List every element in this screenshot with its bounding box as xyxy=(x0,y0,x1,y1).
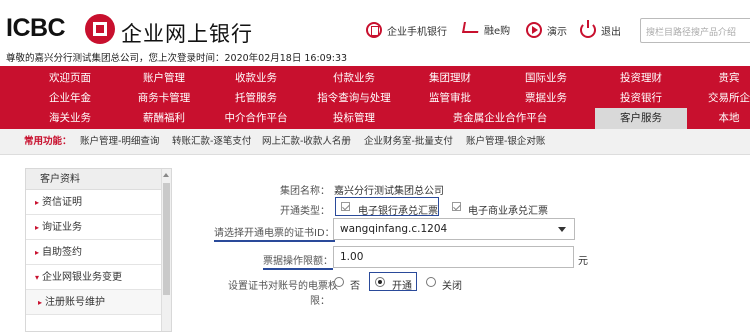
nav-item-bills[interactable]: 票据业务 xyxy=(504,88,588,109)
sidebar-item-business-change[interactable]: ▾ 企业网银业务变更 xyxy=(26,265,171,290)
sidebar: 客户资料 ▸ 资信证明 ▸ 询证业务 ▸ 自助签约 ▾ 企业网银业务变更 ▸ 注册账号维护 xyxy=(25,168,172,332)
nav-item-custody[interactable]: 托管服务 xyxy=(214,88,298,109)
nav-item-approval[interactable]: 监管审批 xyxy=(408,88,492,109)
triangle-right-icon: ▸ xyxy=(38,298,43,307)
nav-item-customer-service[interactable]: 客户服务 xyxy=(595,108,687,129)
commercial-acceptance-label: 电子商业承兑汇票 xyxy=(468,206,548,217)
sidebar-item-label: 企业网银业务变更 xyxy=(42,272,123,283)
nav-item-payroll[interactable]: 薪酬福利 xyxy=(122,108,206,129)
group-name-label: 集团名称： xyxy=(280,186,330,197)
cert-id-value: wangqinfang.c.1204 xyxy=(340,223,448,235)
sidebar-head[interactable]: 客户资料 xyxy=(26,169,171,190)
mobile-banking-link[interactable]: 企业手机银行 xyxy=(366,22,447,38)
demo-link[interactable]: 演示 xyxy=(526,22,567,38)
nav-item-account[interactable]: 账户管理 xyxy=(122,68,206,89)
sidebar-item-verification[interactable]: ▸ 询证业务 xyxy=(26,215,171,240)
permission-label-line2: 限： xyxy=(310,296,330,307)
nav-item-customs[interactable]: 海关业务 xyxy=(28,108,112,129)
nav-item-welcome[interactable]: 欢迎页面 xyxy=(28,68,112,89)
nav-item-local[interactable]: 本地 xyxy=(694,108,750,129)
icbc-logo-icon[interactable] xyxy=(85,14,115,44)
site-title: 企业网上银行 xyxy=(121,22,253,46)
open-type-label: 开通类型： xyxy=(280,206,330,217)
welcome-message: 尊敬的嘉兴分行测试集团总公司，您上次登录时间：2020年02月18日 16:09… xyxy=(6,53,348,64)
nav-item-group-finance[interactable]: 集团理财 xyxy=(408,68,492,89)
permission-label-line1: 设置证书对账号的电票权 xyxy=(228,281,338,292)
chevron-down-icon[interactable] xyxy=(558,227,566,232)
permission-close-radio[interactable] xyxy=(426,277,436,287)
quick-links-bar: 常用功能： 账户管理-明细查询 转账汇款-逐笔支付 网上汇款-收款人名册 企业财… xyxy=(0,129,750,155)
cart-icon xyxy=(462,22,480,33)
nav-item-agency-platform[interactable]: 中介合作平台 xyxy=(214,108,298,129)
nav-item-international[interactable]: 国际业务 xyxy=(504,68,588,89)
sidebar-item-label: 自助签约 xyxy=(42,247,83,258)
limit-value: 1.00 xyxy=(340,251,364,263)
nav-item-vip[interactable]: 贵宾 xyxy=(694,68,750,89)
sidebar-item-label: 资信证明 xyxy=(42,197,83,208)
icbc-logo-text[interactable]: ICBC xyxy=(6,14,66,43)
quick-link-batch-payment[interactable]: 企业财务室-批量支付 xyxy=(364,129,453,155)
sidebar-scrollbar[interactable] xyxy=(161,169,171,331)
demo-label: 演示 xyxy=(547,26,567,38)
nav-item-bidding[interactable]: 投标管理 xyxy=(312,108,396,129)
logout-link[interactable]: 退出 xyxy=(580,20,621,38)
bank-acceptance-label: 电子银行承兑汇票 xyxy=(358,206,438,217)
triangle-right-icon: ▸ xyxy=(35,248,40,257)
triangle-right-icon: ▸ xyxy=(35,223,40,232)
mobile-icon xyxy=(366,22,382,38)
nav-item-investment-banking[interactable]: 投资银行 xyxy=(599,88,683,109)
permission-no-radio[interactable] xyxy=(334,277,344,287)
e-shop-link[interactable]: 融e购 xyxy=(462,22,511,37)
permission-close-label: 关闭 xyxy=(442,281,462,292)
permission-no-label: 否 xyxy=(350,281,360,292)
nav-item-precious-metals[interactable]: 贵金属企业合作平台 xyxy=(425,108,575,129)
nav-item-annuity[interactable]: 企业年金 xyxy=(28,88,112,109)
scroll-thumb[interactable] xyxy=(163,183,170,295)
permission-open-radio[interactable] xyxy=(375,277,385,287)
sidebar-item-self-sign[interactable]: ▸ 自助签约 xyxy=(26,240,171,265)
triangle-right-icon: ▸ xyxy=(35,198,40,207)
triangle-down-icon: ▾ xyxy=(35,273,40,282)
logout-label: 退出 xyxy=(601,26,621,38)
quick-links-label: 常用功能： xyxy=(24,136,72,147)
main-nav: 欢迎页面 账户管理 收款业务 付款业务 集团理财 国际业务 投资理财 贵宾 企业… xyxy=(0,66,750,129)
commercial-acceptance-checkbox[interactable] xyxy=(452,202,461,211)
nav-item-instruction-query[interactable]: 指令查询与处理 xyxy=(312,88,396,109)
nav-item-exchange[interactable]: 交易所企 xyxy=(694,88,750,109)
limit-input[interactable]: 1.00 xyxy=(333,246,574,268)
scroll-up-icon[interactable] xyxy=(163,173,169,177)
cert-id-select[interactable]: wangqinfang.c.1204 xyxy=(333,218,575,240)
demo-icon xyxy=(526,22,542,38)
quick-link-single-payment[interactable]: 转账汇款-逐笔支付 xyxy=(172,129,251,155)
nav-item-receipt[interactable]: 收款业务 xyxy=(214,68,298,89)
permission-open-label: 开通 xyxy=(392,281,412,292)
cert-id-label: 请选择开通电票的证书ID： xyxy=(214,224,335,242)
nav-item-investment[interactable]: 投资理财 xyxy=(599,68,683,89)
limit-label: 票据操作限额： xyxy=(263,252,333,270)
sidebar-subitem-label: 注册账号维护 xyxy=(45,297,106,308)
sidebar-subitem-account-maintenance[interactable]: ▸ 注册账号维护 xyxy=(26,290,171,315)
sidebar-item-credit-cert[interactable]: ▸ 资信证明 xyxy=(26,190,171,215)
exit-icon xyxy=(580,20,596,38)
limit-unit: 元 xyxy=(578,256,588,267)
nav-item-payment[interactable]: 付款业务 xyxy=(312,68,396,89)
header: ICBC 企业网上银行 尊敬的嘉兴分行测试集团总公司，您上次登录时间：2020年… xyxy=(0,0,750,66)
mobile-banking-label: 企业手机银行 xyxy=(387,26,447,38)
search-input[interactable]: 搜栏目路径搜产品介绍 xyxy=(640,18,750,43)
quick-link-payee-list[interactable]: 网上汇款-收款人名册 xyxy=(262,129,351,155)
nav-item-business-card[interactable]: 商务卡管理 xyxy=(122,88,206,109)
quick-link-detail-query[interactable]: 账户管理-明细查询 xyxy=(80,129,159,155)
group-name-value: 嘉兴分行测试集团总公司 xyxy=(334,186,444,197)
bank-acceptance-checkbox[interactable] xyxy=(341,202,350,211)
quick-link-reconciliation[interactable]: 账户管理-银企对账 xyxy=(466,129,545,155)
sidebar-item-label: 询证业务 xyxy=(42,222,83,233)
e-shop-label: 融e购 xyxy=(484,26,511,37)
